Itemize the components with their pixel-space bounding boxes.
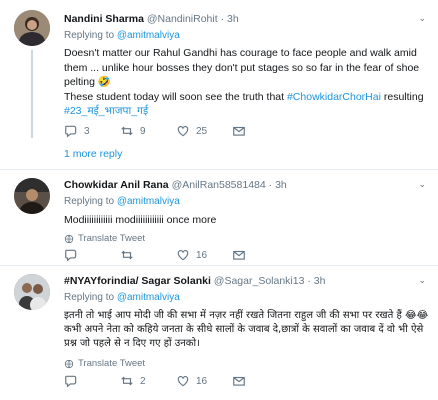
reply-icon bbox=[65, 125, 77, 138]
chevron-down-icon[interactable]: ⌄ bbox=[418, 274, 426, 286]
message-button[interactable] bbox=[232, 248, 288, 262]
like-count: 16 bbox=[196, 249, 208, 261]
mention-link[interactable]: @amitmalviya bbox=[117, 30, 180, 41]
retweet-icon bbox=[121, 376, 133, 386]
timestamp[interactable]: 3h bbox=[314, 275, 326, 287]
translate-tweet-link[interactable]: Translate Tweet bbox=[64, 357, 430, 371]
retweet-count: 2 bbox=[140, 375, 146, 387]
heart-icon bbox=[177, 250, 189, 261]
globe-icon bbox=[64, 359, 74, 369]
user-handle[interactable]: @NandiniRohit bbox=[147, 13, 218, 25]
retweet-button[interactable]: 2 bbox=[120, 374, 176, 388]
like-button[interactable]: 25 bbox=[176, 124, 232, 138]
more-replies-link[interactable]: 1 more reply bbox=[64, 148, 122, 160]
like-button[interactable]: 16 bbox=[176, 248, 232, 262]
retweet-button[interactable]: 9 bbox=[120, 124, 176, 138]
emoji: 🤣 bbox=[97, 76, 111, 88]
tweet-header: Chowkidar Anil Rana @AnilRan58581484 · 3… bbox=[64, 178, 430, 192]
hashtag-link[interactable]: #ChowkidarChorHai bbox=[287, 91, 381, 103]
mention-link[interactable]: @amitmalviya bbox=[117, 196, 180, 207]
avatar[interactable] bbox=[14, 10, 50, 46]
chevron-down-icon[interactable]: ⌄ bbox=[418, 12, 426, 24]
retweet-icon bbox=[121, 126, 133, 136]
tweet-header: Nandini Sharma @NandiniRohit · 3h bbox=[64, 12, 430, 26]
thread-line bbox=[31, 50, 33, 138]
hashtag-link[interactable]: #23_मई_भाजपा_गई bbox=[64, 105, 148, 117]
like-count: 16 bbox=[196, 375, 208, 387]
avatar[interactable] bbox=[14, 274, 50, 310]
reply-button[interactable] bbox=[64, 248, 120, 262]
translate-tweet-link[interactable]: Translate Tweet bbox=[64, 232, 430, 246]
envelope-icon bbox=[233, 250, 245, 260]
heart-icon bbox=[177, 126, 189, 137]
reply-button[interactable] bbox=[64, 374, 120, 388]
tweet-header: #NYAYforindia/ Sagar Solanki @Sagar_Sola… bbox=[64, 274, 430, 288]
tweet-text: इतनी तो भाई आप मोदी जी की सभा में नज़र न… bbox=[64, 310, 429, 349]
separator-dot: · bbox=[268, 179, 273, 191]
tweet-text: Doesn't matter our Rahul Gandhi has cour… bbox=[64, 47, 424, 117]
display-name[interactable]: Chowkidar Anil Rana bbox=[64, 179, 169, 191]
message-button[interactable] bbox=[232, 374, 288, 388]
timestamp[interactable]: 3h bbox=[227, 13, 239, 25]
reply-button[interactable]: 3 bbox=[64, 124, 120, 138]
tweet-text: Modiiiiiiiiiiii modiiiiiiiiiiii once mor… bbox=[64, 214, 217, 226]
tweet-actions: 16 bbox=[64, 248, 288, 262]
tweet-actions: 3 9 25 bbox=[64, 124, 288, 138]
like-count: 25 bbox=[196, 125, 208, 137]
tweet-1[interactable]: Nandini Sharma @NandiniRohit · 3h ⌄ Repl… bbox=[0, 0, 438, 170]
reply-icon bbox=[65, 375, 77, 388]
envelope-icon bbox=[233, 376, 245, 386]
user-handle[interactable]: @Sagar_Solanki13 bbox=[214, 275, 305, 287]
envelope-icon bbox=[233, 126, 245, 136]
replying-to: Replying to @amitmalviya bbox=[64, 292, 180, 303]
retweet-button[interactable] bbox=[120, 248, 176, 262]
tweet-2[interactable]: Chowkidar Anil Rana @AnilRan58581484 · 3… bbox=[0, 170, 438, 266]
retweet-count: 9 bbox=[140, 125, 146, 137]
display-name[interactable]: Nandini Sharma bbox=[64, 13, 144, 25]
heart-icon bbox=[177, 376, 189, 387]
globe-icon bbox=[64, 234, 74, 243]
avatar[interactable] bbox=[14, 178, 50, 214]
emoji: 😂😂 bbox=[404, 310, 429, 321]
user-handle[interactable]: @AnilRan58581484 bbox=[172, 179, 266, 191]
separator-dot: · bbox=[307, 275, 311, 287]
tweet-3[interactable]: #NYAYforindia/ Sagar Solanki @Sagar_Sola… bbox=[0, 266, 438, 400]
separator-dot: · bbox=[220, 13, 225, 25]
tweet-actions: 2 16 bbox=[64, 374, 288, 388]
like-button[interactable]: 16 bbox=[176, 374, 232, 388]
timestamp[interactable]: 3h bbox=[275, 179, 287, 191]
display-name[interactable]: #NYAYforindia/ Sagar Solanki bbox=[64, 275, 211, 287]
reply-count: 3 bbox=[84, 125, 90, 137]
retweet-icon bbox=[121, 250, 133, 260]
replying-to: Replying to @amitmalviya bbox=[64, 196, 180, 207]
message-button[interactable] bbox=[232, 124, 288, 138]
replying-to: Replying to @amitmalviya bbox=[64, 30, 180, 41]
reply-icon bbox=[65, 249, 77, 262]
mention-link[interactable]: @amitmalviya bbox=[117, 292, 180, 303]
chevron-down-icon[interactable]: ⌄ bbox=[418, 178, 426, 190]
